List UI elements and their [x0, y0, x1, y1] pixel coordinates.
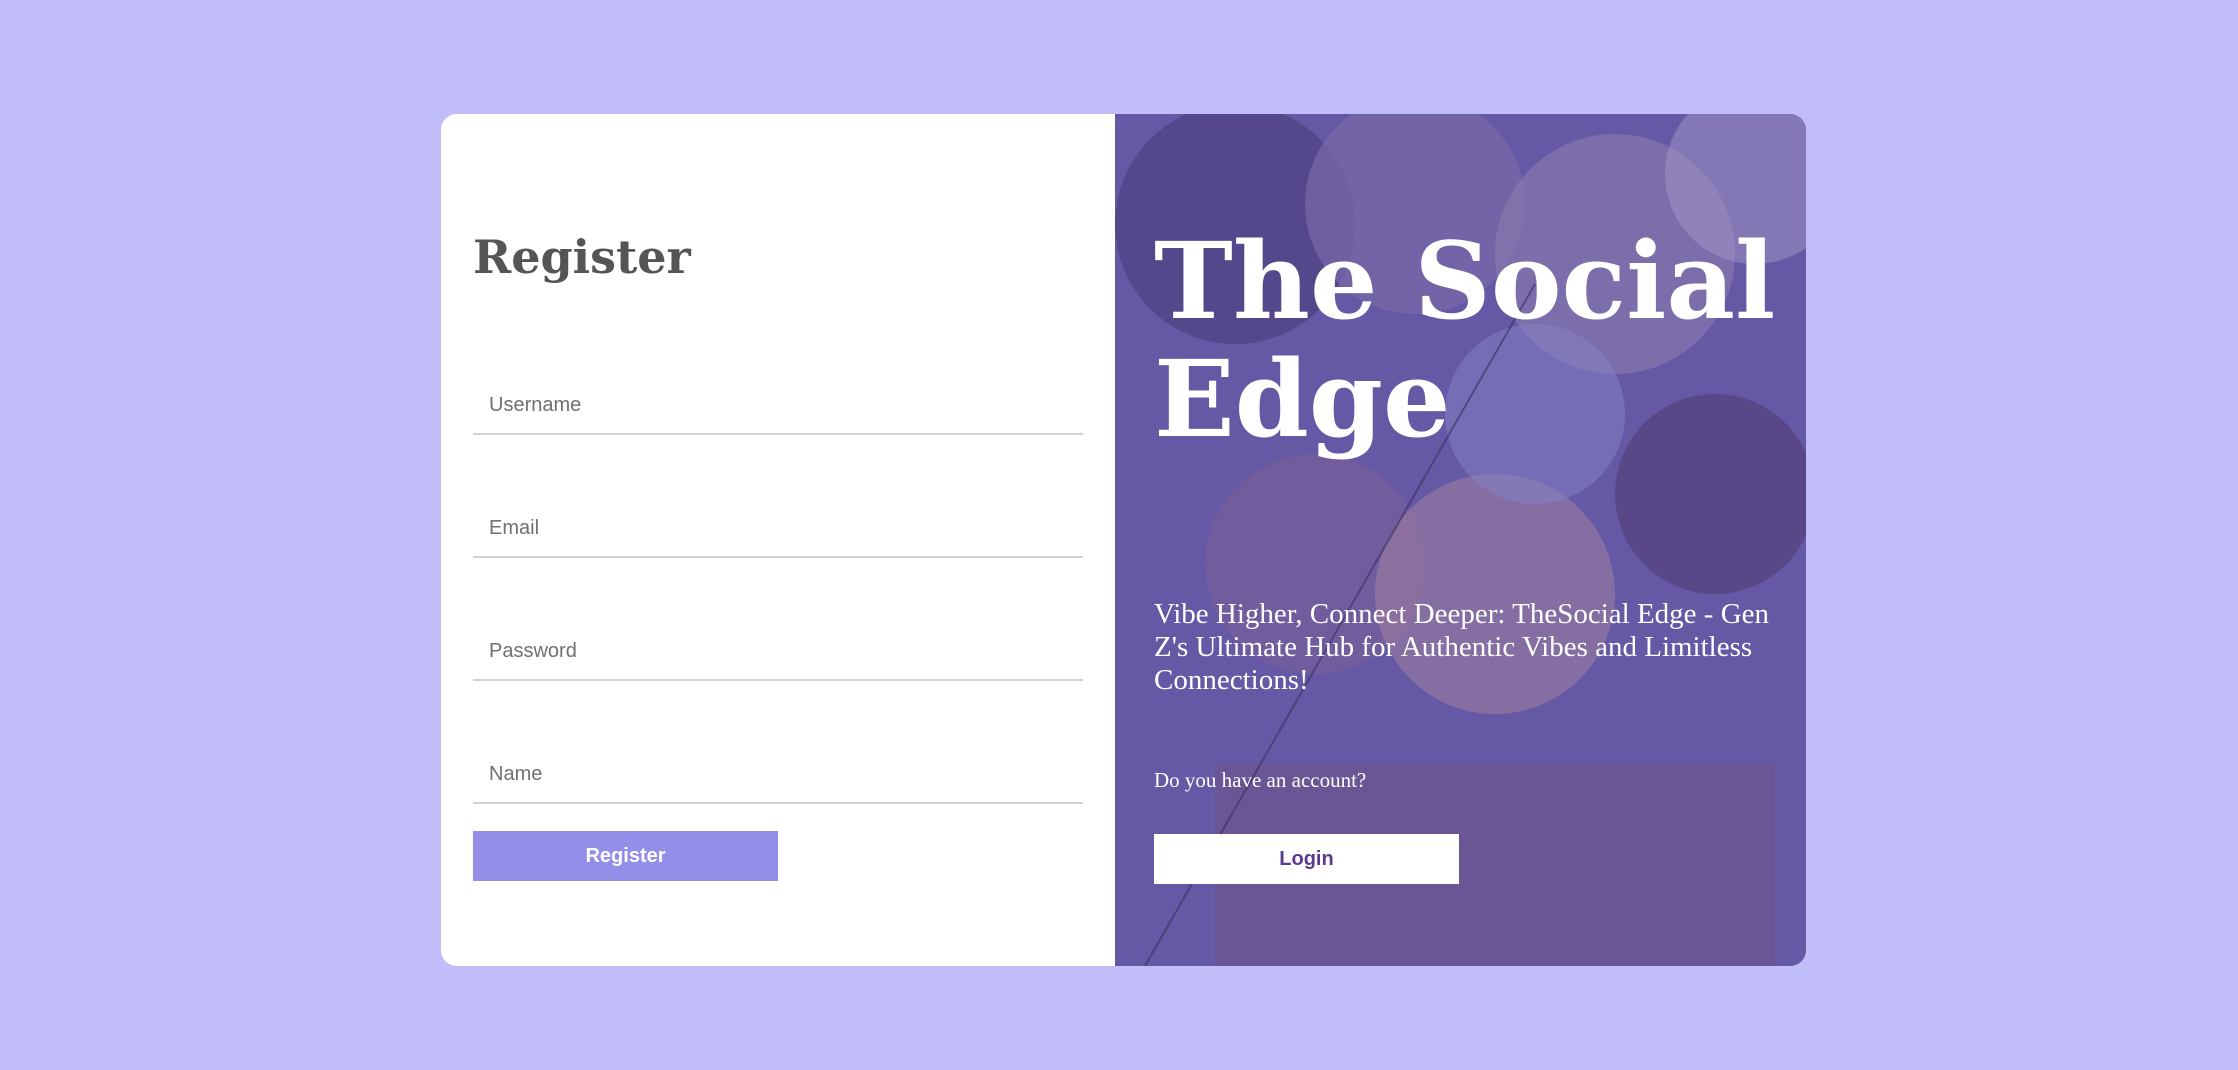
password-input[interactable] — [473, 623, 1083, 681]
hero-title: The Social Edge — [1154, 218, 1776, 461]
register-button[interactable]: Register — [473, 831, 778, 881]
register-card: Register Register The Social Edge Vibe H… — [441, 114, 1806, 966]
account-question: Do you have an account? — [1154, 768, 1367, 792]
email-input[interactable] — [473, 500, 1083, 558]
register-title: Register — [473, 230, 691, 284]
name-input[interactable] — [473, 746, 1083, 804]
username-input[interactable] — [473, 377, 1083, 435]
hero-tagline: Vibe Higher, Connect Deeper: TheSocial E… — [1154, 598, 1770, 696]
hero-panel: The Social Edge Vibe Higher, Connect Dee… — [1115, 114, 1806, 966]
register-panel: Register Register — [441, 114, 1115, 966]
login-button[interactable]: Login — [1154, 834, 1459, 884]
